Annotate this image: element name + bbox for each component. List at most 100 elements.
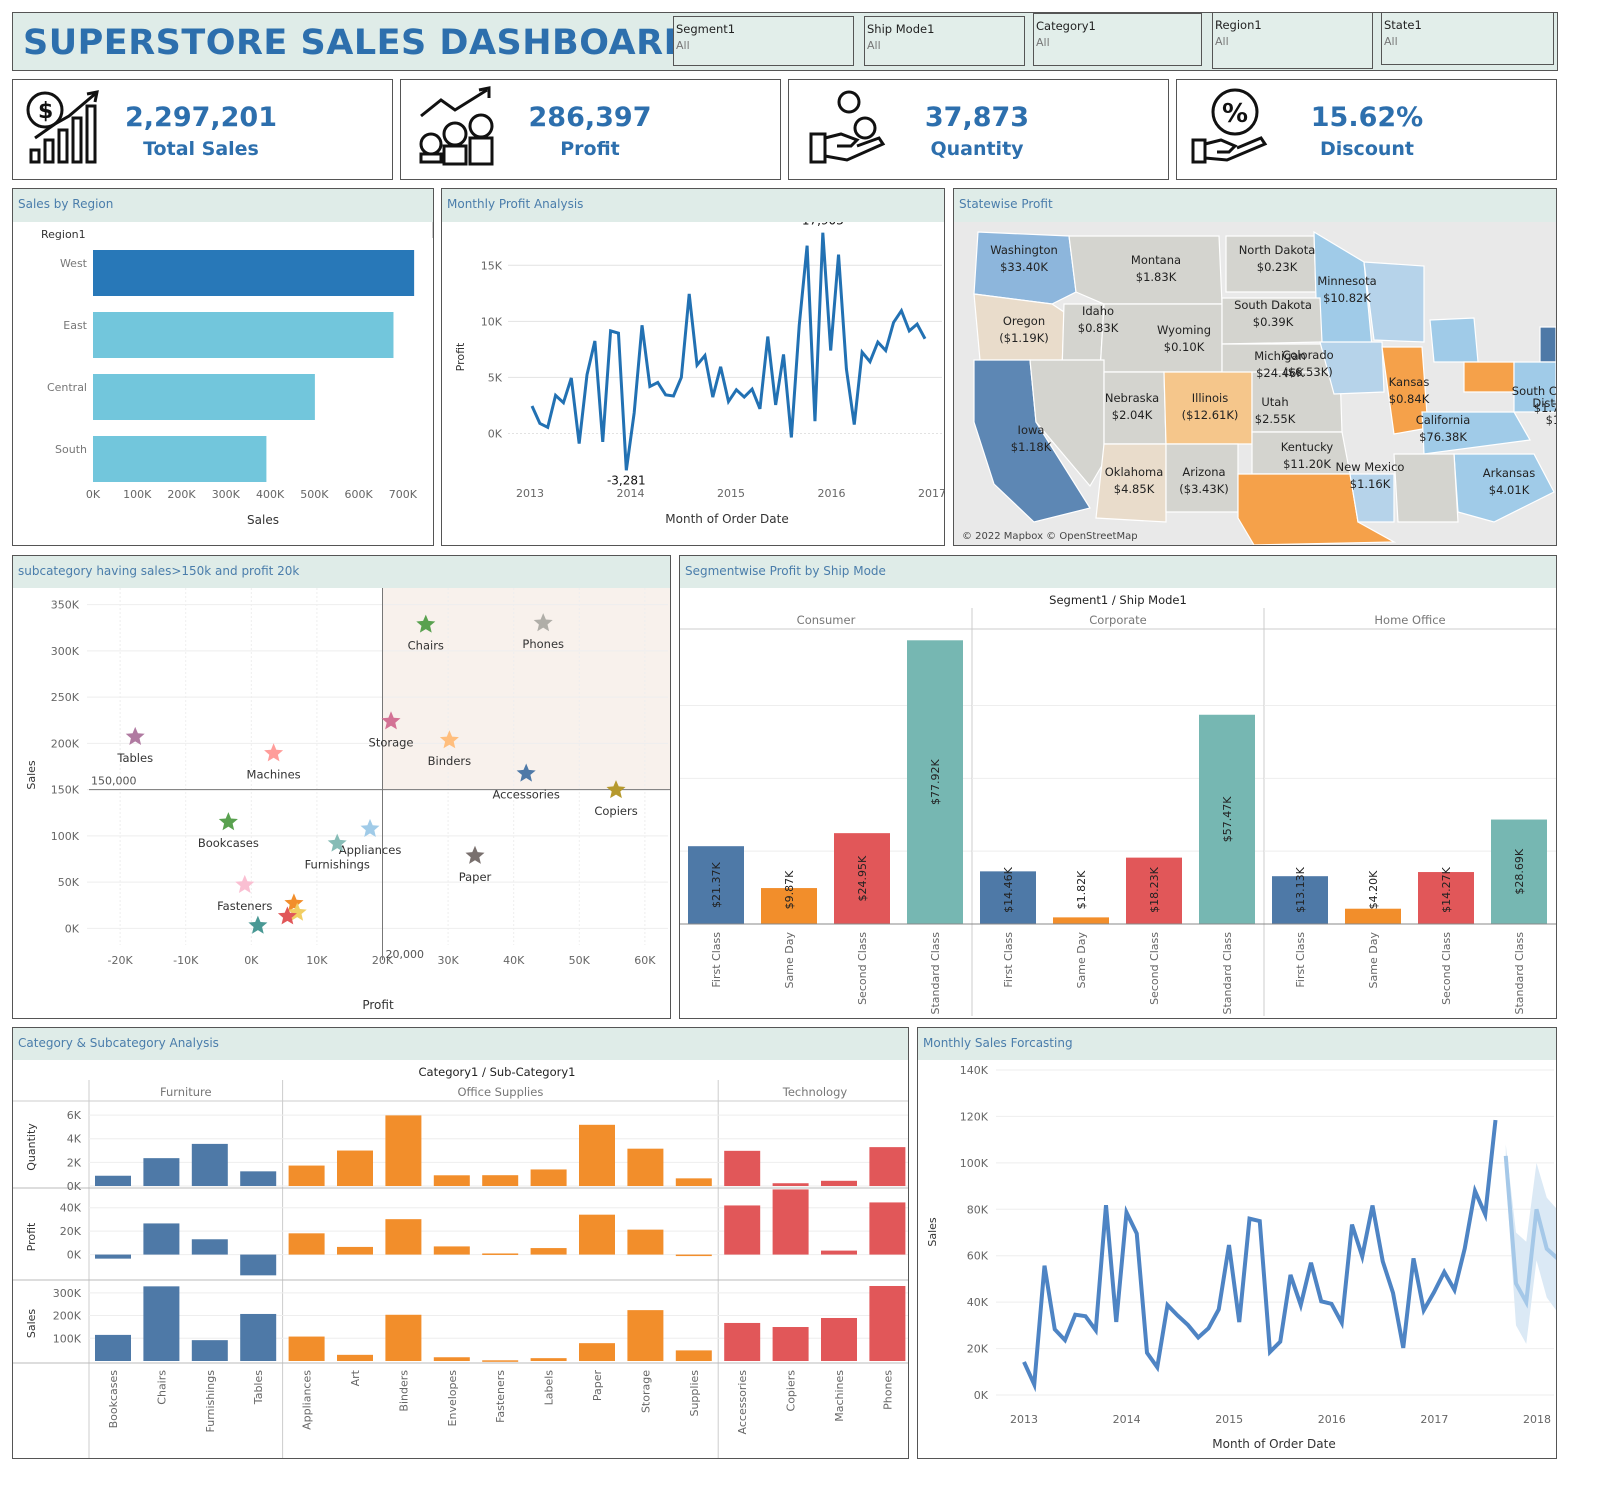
state-value-label: $0.39K: [1253, 315, 1294, 329]
category-label: Central: [47, 381, 87, 394]
x-tick-label: 2015: [1215, 1413, 1243, 1426]
panel-sales-by-region: Sales by Region Region1 West East Central So…: [12, 188, 434, 546]
subcategory-bar: [95, 1254, 131, 1259]
bar-value-label: $28.69K: [1513, 848, 1526, 894]
y-tick-label: 50K: [58, 876, 80, 889]
y-tick-label: 2K: [67, 1156, 82, 1169]
panel-title: Monthly Profit Analysis: [447, 197, 584, 211]
x-tick-label: 2014: [617, 487, 645, 500]
subcategory-bar: [191, 1143, 228, 1186]
subcategory-bar: [240, 1254, 277, 1276]
subcategory-bar: [337, 1150, 373, 1186]
state-name-label: Idaho: [1082, 304, 1114, 318]
y-tick-label: 0K: [67, 1180, 82, 1193]
filter-label: Region1: [1215, 18, 1262, 32]
x-category-label: Same Day: [1367, 932, 1380, 989]
panel-sales-forecast: Monthly Sales Forcasting 0K 20K 40K 60K 80K 1…: [917, 1027, 1557, 1459]
dashboard-title: SUPERSTORE SALES DASHBOARD: [23, 23, 694, 63]
scatter-star-point: [264, 743, 284, 762]
x-category-label: Second Class: [1148, 932, 1161, 1005]
y-tick-label: 120K: [960, 1110, 989, 1123]
subcategory-bar: [579, 1343, 615, 1361]
subcategory-bar: [95, 1334, 131, 1361]
subcategory-bar: [240, 1313, 277, 1361]
x-category-label: Paper: [591, 1370, 604, 1402]
row-title: Quantity: [25, 1123, 38, 1171]
y-tick-label: 350K: [51, 599, 80, 612]
subcategory-bar: [675, 1350, 712, 1361]
us-state-profit-map[interactable]: Washington $33.40K Montana $1.83K North Dako…: [954, 222, 1556, 545]
filter-label: Category1: [1036, 19, 1096, 33]
filter-region[interactable]: Region1 All: [1212, 12, 1373, 69]
svg-text:%: %: [1222, 99, 1248, 129]
panel-title: Category & Subcategory Analysis: [18, 1036, 219, 1050]
panel-statewise-profit[interactable]: Statewise Profit Washington $33.40K Montan…: [953, 188, 1557, 546]
state-name-label: California: [1416, 413, 1471, 427]
chart-header: Segment1 / Ship Mode1: [1049, 593, 1187, 607]
y-tick-label: 300K: [51, 645, 80, 658]
state-shape: [1429, 317, 1479, 363]
state-value-label: $1: [1546, 413, 1556, 427]
x-category-label: First Class: [710, 932, 723, 988]
x-tick-label: 30K: [437, 954, 459, 967]
y-tick-label: 100K: [53, 1332, 82, 1345]
filter-category[interactable]: Category1 All: [1033, 13, 1202, 66]
x-tick-label: 700K: [389, 488, 418, 501]
x-tick-label: -20K: [108, 954, 134, 967]
subcategory-bar: [530, 1248, 567, 1255]
x-category-label: Standard Class: [1221, 932, 1234, 1015]
filter-value: All: [676, 39, 690, 52]
y-tick-label: 100K: [960, 1157, 989, 1170]
kpi-total-sales: $ 2,297,201 Total Sales: [12, 79, 393, 180]
max-label: 17,903: [802, 222, 844, 228]
x-category-label: Fasteners: [494, 1370, 507, 1423]
y-tick-label: 40K: [967, 1296, 989, 1309]
x-category-label: Second Class: [1440, 932, 1453, 1005]
subcategory-bar: [724, 1205, 761, 1255]
state-value-label: $4.85K: [1114, 482, 1155, 496]
x-category-label: Tables: [252, 1370, 265, 1405]
bar-value-label: $13.13K: [1294, 866, 1307, 912]
region-bar: [93, 312, 394, 358]
subcategory-bar: [288, 1165, 325, 1186]
x-tick-label: 400K: [256, 488, 285, 501]
y-tick-label: 6K: [67, 1109, 82, 1122]
y-axis-title: Sales: [926, 1217, 939, 1247]
x-category-label: Machines: [833, 1370, 846, 1422]
x-category-label: Binders: [397, 1370, 410, 1412]
kpi-label: Quantity: [930, 138, 1024, 160]
subcategory-bar: [482, 1360, 519, 1362]
ship-mode-bar: [1345, 908, 1401, 924]
subcategory-bar: [240, 1171, 277, 1186]
legend-label: Region1: [41, 228, 86, 241]
panel-subcategory-scatter: subcategory having sales>150k and profit…: [12, 555, 671, 1019]
bar-value-label: $57.47K: [1221, 796, 1234, 842]
x-category-label: Same Day: [783, 932, 796, 989]
state-value-label: ($1.19K): [999, 331, 1048, 345]
kpi-profit: 286,397 Profit: [400, 79, 781, 180]
subcategory-bar: [724, 1322, 761, 1361]
x-tick-label: 2016: [1318, 1413, 1346, 1426]
y-tick-label: 4K: [67, 1133, 82, 1146]
y-tick-label: 0K: [67, 1249, 82, 1262]
filter-segment[interactable]: Segment1 All: [673, 16, 854, 66]
point-label: Copiers: [594, 804, 637, 818]
x-tick-label: 0K: [86, 488, 101, 501]
state-name-label: Nebraska: [1105, 391, 1159, 405]
point-label: Accessories: [492, 788, 559, 802]
state-name-label: District: [1532, 396, 1556, 410]
category-subcategory-bar-chart: Category1 / Sub-Category1 Furniture Office…: [13, 1065, 908, 1458]
x-category-label: Storage: [639, 1370, 652, 1413]
subcategory-bar: [337, 1354, 373, 1361]
filter-ship-mode[interactable]: Ship Mode1 All: [864, 16, 1025, 66]
row-title: Sales: [25, 1309, 38, 1339]
subcategory-bar: [627, 1148, 664, 1186]
subcategory-bar: [143, 1158, 180, 1186]
subcategory-bar: [385, 1314, 422, 1361]
filter-state[interactable]: State1 All: [1381, 12, 1554, 65]
subcategory-bar: [337, 1246, 373, 1255]
x-tick-label: 600K: [344, 488, 373, 501]
reference-label: 20,000: [386, 948, 425, 961]
kpi-discount: % 15.62% Discount: [1176, 79, 1557, 180]
bar-value-label: $14.46K: [1002, 866, 1015, 912]
